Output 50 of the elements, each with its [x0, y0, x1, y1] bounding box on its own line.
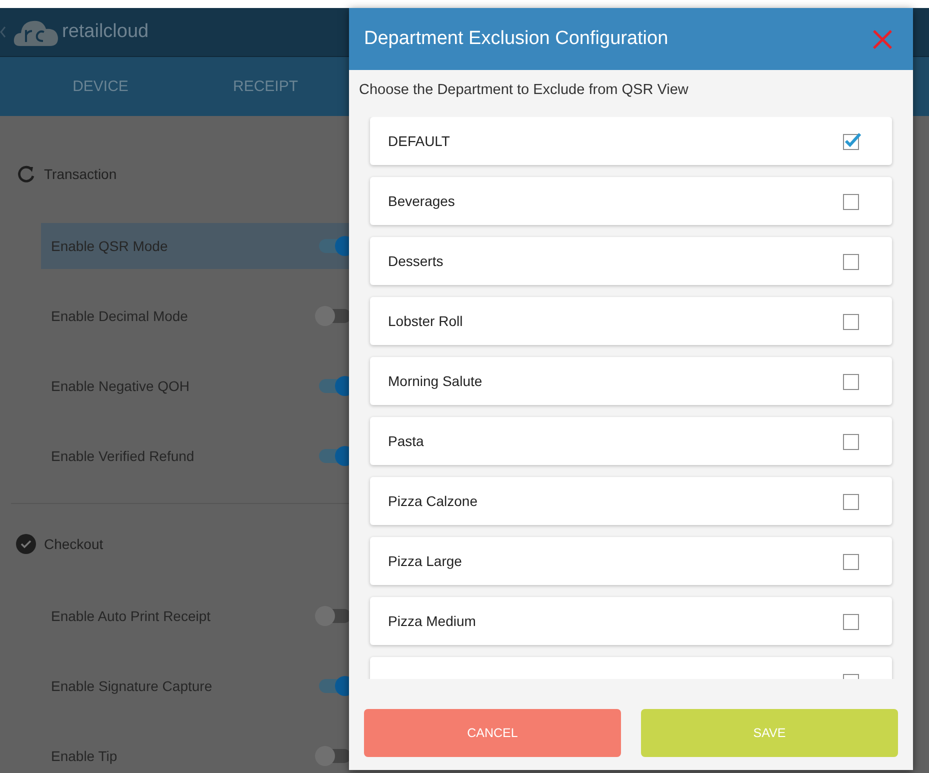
sync-icon	[16, 164, 36, 184]
checkbox[interactable]	[842, 371, 862, 391]
checkbox[interactable]	[842, 431, 862, 451]
department-item[interactable]: Pizza Calzone	[370, 477, 892, 525]
department-name: Pasta	[388, 433, 424, 449]
checkbox[interactable]	[842, 491, 862, 511]
dialog-title: Department Exclusion Configuration	[364, 28, 668, 50]
department-name: Morning Salute	[388, 373, 482, 389]
setting-label: Enable Decimal Mode	[51, 308, 188, 324]
checkbox[interactable]	[842, 611, 862, 631]
checkbox[interactable]	[842, 131, 862, 151]
setting-label: Enable Verified Refund	[51, 448, 194, 464]
department-item[interactable]: Lobster Roll	[370, 297, 892, 345]
checkbox[interactable]	[842, 191, 862, 211]
department-name: Lobster Roll	[388, 313, 463, 329]
tab[interactable]: DEVICE	[18, 78, 183, 95]
cancel-button[interactable]: CANCEL	[364, 709, 621, 757]
department-item[interactable]: Pizza Medium	[370, 597, 892, 645]
department-item[interactable]: Morning Salute	[370, 357, 892, 405]
tab[interactable]: RECEIPT	[183, 78, 348, 95]
setting-row[interactable]: Enable QSR Mode	[41, 223, 349, 269]
department-item[interactable]: DEFAULT	[370, 117, 892, 165]
department-item[interactable]: Desserts	[370, 237, 892, 285]
setting-label: Enable Negative QOH	[51, 378, 190, 394]
department-name: Desserts	[388, 253, 444, 269]
checkbox[interactable]	[842, 311, 862, 331]
setting-label: Enable Auto Print Receipt	[51, 608, 211, 624]
section-title: Checkout	[44, 536, 104, 552]
department-name: Pizza Medium	[388, 613, 476, 629]
setting-label: Enable QSR Mode	[51, 238, 168, 254]
department-item[interactable]: Beverages	[370, 177, 892, 225]
setting-row[interactable]: Enable Auto Print Receipt	[41, 593, 349, 639]
brand-name: retailcloud	[62, 21, 149, 43]
setting-label: Enable Tip	[51, 748, 118, 764]
checkbox[interactable]	[842, 551, 862, 571]
department-name: Beverages	[388, 193, 455, 209]
department-item[interactable]: Pasta	[370, 417, 892, 465]
checkbox[interactable]	[842, 251, 862, 271]
setting-label: Enable Signature Capture	[51, 678, 212, 694]
department-name: Pizza Large	[388, 553, 462, 569]
check-circle-icon	[16, 534, 36, 554]
setting-row[interactable]: Enable Tip	[41, 733, 349, 773]
section-title: Transaction	[44, 166, 117, 182]
save-button[interactable]: SAVE	[641, 709, 898, 757]
setting-row[interactable]: Enable Decimal Mode	[41, 293, 349, 339]
department-item[interactable]: Pizza Large	[370, 537, 892, 585]
department-name: DEFAULT	[388, 133, 450, 149]
back-icon[interactable]	[0, 26, 6, 38]
dialog-prompt: Choose the Department to Exclude from QSR View	[358, 81, 690, 100]
department-name: Pizza Calzone	[388, 493, 478, 509]
